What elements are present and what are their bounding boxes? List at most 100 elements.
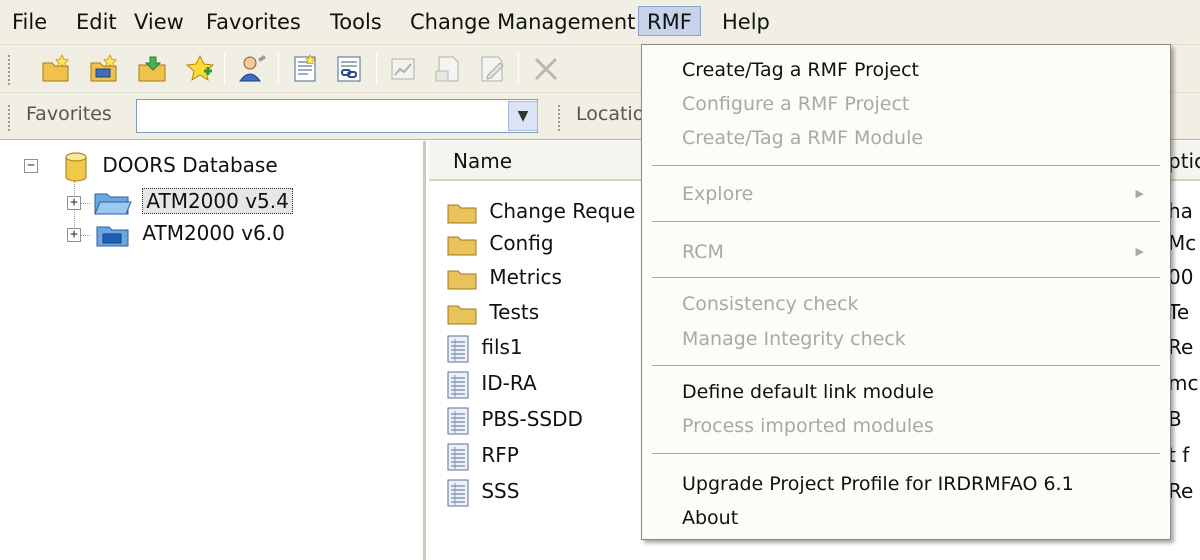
- list-item-description: B: [1168, 407, 1182, 431]
- menu-rmf[interactable]: RMF: [638, 6, 701, 36]
- list-item-description: Mc: [1168, 231, 1197, 255]
- chart-icon: [391, 58, 415, 80]
- menu-help[interactable]: Help: [722, 7, 770, 37]
- open-project-folder-icon: [94, 193, 132, 214]
- list-item-change-requests[interactable]: Change Reque: [447, 195, 635, 227]
- menu-change-management[interactable]: Change Management: [410, 7, 635, 37]
- tree-expand-toggle[interactable]: +: [67, 228, 81, 242]
- add-favorite-button[interactable]: [184, 53, 216, 85]
- delete-x-icon: [534, 57, 558, 81]
- list-item-tests[interactable]: Tests: [447, 296, 539, 328]
- new-folder-button[interactable]: [40, 53, 72, 85]
- formal-module-icon: [447, 335, 469, 362]
- tree-item-atm2000-v54[interactable]: ATM2000 v5.4: [94, 185, 293, 217]
- list-item-description: 00: [1168, 265, 1194, 289]
- name-column-header[interactable]: Name: [453, 149, 512, 173]
- list-item-label: Change Reque: [489, 199, 636, 223]
- menu-separator: [652, 453, 1160, 454]
- link-module-button[interactable]: [334, 53, 366, 85]
- menu-separator: [652, 165, 1160, 166]
- list-item-rfp[interactable]: RFP: [447, 439, 519, 471]
- list-item-fils1[interactable]: fils1: [447, 331, 523, 363]
- formal-module-icon: [447, 371, 469, 398]
- edit-icon: [481, 56, 504, 82]
- menu-separator: [652, 365, 1160, 366]
- menu-item-manage-integrity-check[interactable]: Manage Integrity check: [682, 328, 906, 350]
- chevron-down-icon: ▼: [517, 108, 529, 124]
- list-item-label: PBS-SSDD: [481, 407, 583, 431]
- menu-view[interactable]: View: [134, 7, 184, 37]
- tree-item-doors-database[interactable]: DOORS Database: [64, 149, 278, 181]
- menu-item-process-imported-modules[interactable]: Process imported modules: [682, 415, 934, 437]
- location-label: Locatio: [576, 103, 645, 125]
- tree-item-label: DOORS Database: [102, 153, 278, 177]
- list-item-label: Tests: [489, 300, 540, 324]
- favorites-dropdown-button[interactable]: ▼: [508, 101, 538, 131]
- folder-icon: [447, 204, 477, 223]
- user-manager-button[interactable]: [236, 53, 268, 85]
- menu-item-explore[interactable]: Explore: [682, 183, 753, 205]
- project-folder-icon: [96, 226, 129, 246]
- list-item-description: Re: [1168, 479, 1194, 503]
- new-project-icon: [90, 54, 117, 82]
- list-item-config[interactable]: Config: [447, 227, 554, 259]
- list-item-label: SSS: [481, 479, 520, 503]
- submenu-arrow-icon: ▶: [1135, 187, 1144, 200]
- list-item-description: mc: [1168, 371, 1199, 395]
- tree-expand-toggle[interactable]: +: [67, 196, 81, 210]
- toolbar-grip[interactable]: [8, 55, 12, 85]
- list-item-label: RFP: [481, 443, 519, 467]
- link-module-icon: [337, 56, 361, 82]
- delete-button[interactable]: [530, 53, 562, 85]
- module-properties-button[interactable]: [290, 53, 322, 85]
- new-formal-module-button[interactable]: [136, 53, 168, 85]
- tree-collapse-toggle[interactable]: −: [24, 159, 38, 173]
- folder-icon: [447, 270, 477, 289]
- explore-button[interactable]: [388, 53, 420, 85]
- new-project-button[interactable]: [88, 53, 120, 85]
- menu-item-consistency-check[interactable]: Consistency check: [682, 293, 859, 315]
- toolbar-separator: [224, 53, 225, 85]
- edit-document-button[interactable]: [476, 53, 508, 85]
- menu-item-create-tag-rmf-module[interactable]: Create/Tag a RMF Module: [682, 127, 923, 149]
- folder-icon: [447, 236, 477, 255]
- list-item-id-ra[interactable]: ID-RA: [447, 367, 537, 399]
- menu-favorites[interactable]: Favorites: [206, 7, 301, 37]
- location-bar-grip[interactable]: [558, 105, 562, 131]
- database-tree: − DOORS Database + ATM2000 v5.4 + ATM200…: [0, 141, 426, 560]
- favorites-label: Favorites: [26, 103, 112, 125]
- menu-bar: File Edit View Favorites Tools Change Ma…: [0, 0, 1200, 44]
- menu-item-define-default-link-module[interactable]: Define default link module: [682, 381, 934, 403]
- toolbar-separator: [278, 53, 279, 85]
- menu-item-rcm[interactable]: RCM: [682, 241, 724, 263]
- menu-edit[interactable]: Edit: [76, 7, 117, 37]
- list-item-description: ha: [1168, 199, 1193, 223]
- formal-module-icon: [447, 443, 469, 470]
- database-icon: [65, 152, 87, 181]
- new-folder-icon: [42, 54, 69, 82]
- list-item-sss[interactable]: SSS: [447, 475, 519, 507]
- submenu-arrow-icon: ▶: [1135, 245, 1144, 258]
- tree-item-atm2000-v60[interactable]: ATM2000 v6.0: [94, 217, 285, 249]
- list-item-metrics[interactable]: Metrics: [447, 261, 562, 293]
- add-favorite-star-icon: [185, 54, 215, 82]
- formal-module-icon: [447, 479, 469, 506]
- description-column-header[interactable]: ptic: [1168, 149, 1200, 173]
- menu-item-about[interactable]: About: [682, 507, 738, 529]
- menu-file[interactable]: File: [12, 7, 47, 37]
- menu-item-create-tag-rmf-project[interactable]: Create/Tag a RMF Project: [682, 59, 919, 81]
- user-icon: [239, 55, 266, 82]
- formal-module-icon: [447, 407, 469, 434]
- list-item-pbs-ssdd[interactable]: PBS-SSDD: [447, 403, 583, 435]
- favorites-combo[interactable]: [136, 99, 538, 133]
- menu-item-configure-rmf-project[interactable]: Configure a RMF Project: [682, 93, 909, 115]
- toolbar-separator: [518, 53, 519, 85]
- favorites-bar-grip[interactable]: [8, 105, 12, 131]
- open-document-button[interactable]: [432, 53, 464, 85]
- new-module-icon: [138, 56, 166, 82]
- menu-item-upgrade-project-profile[interactable]: Upgrade Project Profile for IRDRMFAO 6.1: [682, 473, 1074, 495]
- tree-item-label: ATM2000 v6.0: [142, 221, 285, 245]
- folder-icon: [447, 305, 477, 324]
- menu-tools[interactable]: Tools: [330, 7, 382, 37]
- list-item-label: fils1: [481, 335, 523, 359]
